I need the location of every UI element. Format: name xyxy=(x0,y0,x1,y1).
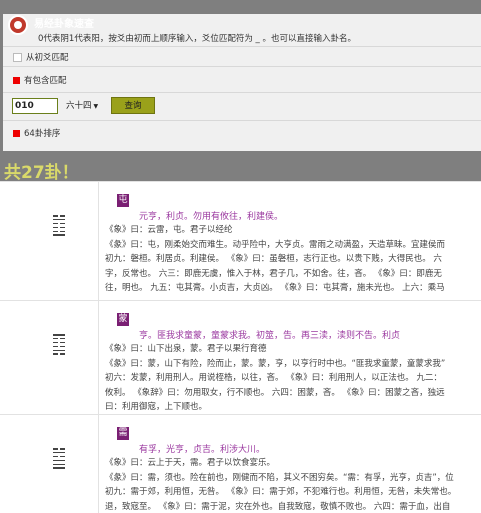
code-input[interactable]: 010 xyxy=(12,98,58,114)
option-contains[interactable]: 有包含匹配 xyxy=(3,74,481,86)
checkbox-from-first[interactable] xyxy=(13,53,22,62)
hexagram-symbol-cell xyxy=(0,182,99,301)
yin-line xyxy=(53,230,65,233)
yang-line xyxy=(53,467,65,469)
hexagram-entry: 需有孚，光亨，贞吉。利涉大川。《象》曰：云上于天，需。君子以饮食宴乐。《彖》曰：… xyxy=(0,414,481,513)
hexagram-name[interactable]: 屯 xyxy=(117,194,129,207)
hexagram-name[interactable]: 蒙 xyxy=(117,313,129,326)
hexagram-text-line: 《象》曰：云雷，屯。君子以经纶 xyxy=(105,225,233,235)
select-value: 六十四 xyxy=(66,101,92,111)
option-label: 64卦排序 xyxy=(24,129,61,139)
hexagram-text-line: 往，明也。 九五：屯其膏。小贞吉，大贞凶。 《象》曰：屯其膏，施未光也。 上六：… xyxy=(105,283,445,293)
category-select[interactable]: 六十四 ▼ xyxy=(66,99,98,111)
hexagram-symbol-cell xyxy=(0,301,99,415)
option-sort64[interactable]: 64卦排序 xyxy=(3,127,481,139)
hexagram-entry: 屯元亨，利贞。勿用有攸往，利建侯。《象》曰：云雷，屯。君子以经纶《彖》曰：屯，刚… xyxy=(0,181,481,301)
option-label: 从初爻匹配 xyxy=(26,53,69,63)
hexagram-judgment: 元亨，利贞。勿用有攸往，利建侯。 xyxy=(139,212,284,222)
checkbox-contains[interactable] xyxy=(13,77,20,84)
yin-line xyxy=(53,353,65,355)
yin-line xyxy=(53,222,65,225)
hexagram-name[interactable]: 需 xyxy=(117,427,129,440)
hexagram-judgment: 亨。匪我求童蒙，童蒙求我。初筮，告。再三渎，渎则不告。利贞 xyxy=(139,331,401,341)
yin-line xyxy=(53,226,65,229)
divider xyxy=(3,66,481,67)
hexagram-text-line: 《象》曰：云上于天，需。君子以饮食宴乐。 xyxy=(105,458,276,468)
option-from-first[interactable]: 从初爻匹配 xyxy=(3,51,481,63)
hexagram-symbol-icon xyxy=(53,215,65,238)
option-label: 有包含匹配 xyxy=(24,76,67,86)
yin-line xyxy=(53,455,65,458)
hexagram-symbol-cell xyxy=(0,415,99,513)
hexagram-text-line: 初九：磐桓。利居贞。利建侯。 《象》曰：虽磐桓，志行正也。以贵下贱，大得民也。 … xyxy=(105,254,442,264)
yang-line xyxy=(53,334,65,336)
yang-line xyxy=(53,463,65,466)
hexagram-entry: 蒙亨。匪我求童蒙，童蒙求我。初筮，告。再三渎，渎则不告。利贞《象》曰：山下出泉，… xyxy=(0,300,481,415)
yang-line xyxy=(53,459,65,462)
divider xyxy=(3,92,481,93)
hexagram-text-line: 初六：发蒙，利用刑人。用说桎梏，以往，吝。 《象》曰：利用刑人，以正法也。 九二… xyxy=(105,373,442,383)
hexagram-text-line: 退，致寇至。 《象》曰：需于泥，灾在外也。自我致寇，敬慎不败也。 六四：需于血，… xyxy=(105,501,451,512)
taiji-logo-icon xyxy=(8,15,28,35)
yin-line xyxy=(53,215,65,217)
yin-line xyxy=(53,448,65,450)
app-title: 易经卦象速查 xyxy=(34,19,94,30)
yang-line xyxy=(53,234,65,236)
hexagram-symbol-icon xyxy=(53,334,65,357)
hexagram-text-line: 《彖》曰：屯，刚柔始交而难生。动乎险中，大亨贞。雷雨之动满盈，天造草昧。宜建侯而 xyxy=(105,239,446,250)
hexagram-judgment: 有孚，光亨，贞吉。利涉大川。 xyxy=(139,445,266,455)
hexagram-text-line: 《象》曰：山下出泉，蒙。君子以果行育德 xyxy=(105,344,267,354)
yang-line xyxy=(53,349,65,352)
hexagram-text-line: 曰：利用御寇，上下顺也。 xyxy=(105,402,208,412)
result-count: 共27卦！ xyxy=(4,163,79,183)
hexagram-text-line: 攸利。 《象辞》曰：勿用取女，行不顺也。 六四：困蒙，吝。 《象》曰：困蒙之吝，… xyxy=(105,387,445,398)
hexagram-symbol-icon xyxy=(53,448,65,471)
yang-line xyxy=(53,451,65,454)
divider xyxy=(3,46,481,47)
hexagram-text-line: 初九：需于郊，利用恒，无咎。 《象》曰：需于郊，不犯难行也。利用恒，无咎，未失常… xyxy=(105,487,457,497)
input-hint: 0代表阴1代表阳，按爻由初而上顺序输入，爻位匹配符为 _ 。也可以直接输入卦名。 xyxy=(38,34,356,44)
chevron-down-icon: ▼ xyxy=(93,103,99,110)
query-button[interactable]: 查询 xyxy=(111,97,155,114)
yin-line xyxy=(53,337,65,340)
yin-line xyxy=(53,345,65,348)
hexagram-text-line: 《彖》曰：蒙，山下有险，险而止，蒙。蒙，亨，以亨行时中也。“匪我求童蒙，童蒙求我… xyxy=(105,358,446,369)
yin-line xyxy=(53,341,65,344)
hexagram-text-line: 《彖》曰：需，须也。险在前也，刚健而不陷，其义不困穷矣。“需：有孚，光亨，贞吉”… xyxy=(105,472,454,483)
checkbox-sort64[interactable] xyxy=(13,130,20,137)
divider xyxy=(3,120,481,121)
yang-line xyxy=(53,218,65,221)
hexagram-text-line: 字，反常也。 六三：即鹿无虞，惟入于林，君子几，不如舍。往，吝。 《象》曰：即鹿… xyxy=(105,268,442,279)
